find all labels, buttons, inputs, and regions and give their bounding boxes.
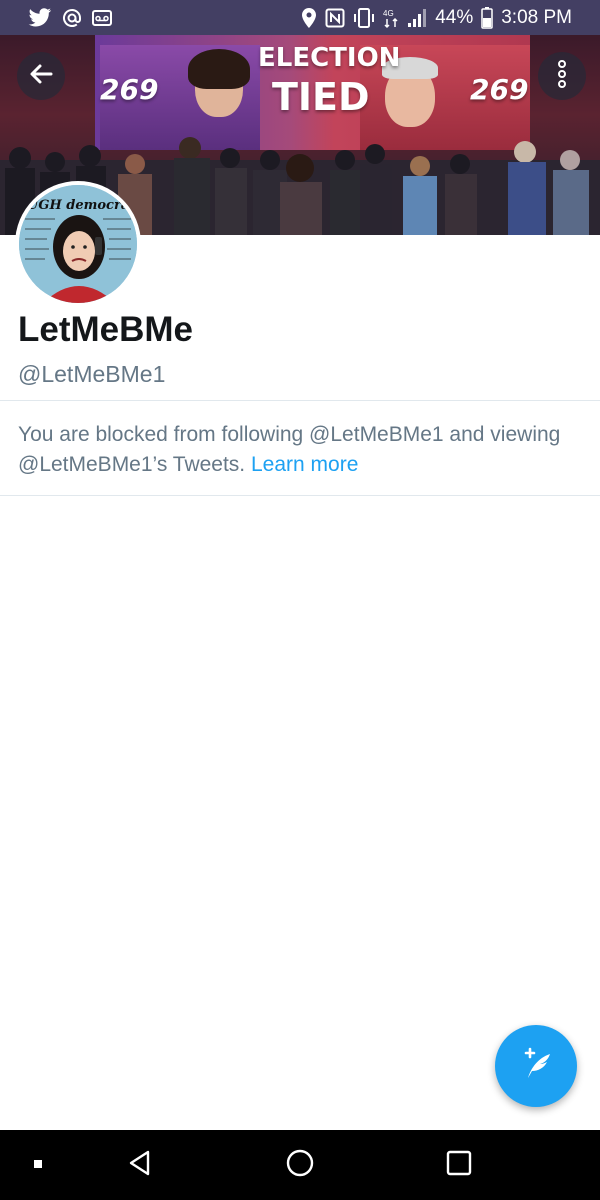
location-icon bbox=[301, 7, 317, 29]
banner-score-left: 269 bbox=[100, 73, 159, 106]
learn-more-link[interactable]: Learn more bbox=[251, 453, 358, 476]
divider-bottom bbox=[0, 495, 600, 496]
compose-tweet-button[interactable] bbox=[495, 1025, 577, 1107]
banner-hair-left bbox=[188, 49, 250, 89]
avatar[interactable]: UGH democracy bbox=[15, 181, 141, 307]
nav-overview-button[interactable] bbox=[439, 1145, 479, 1185]
arrow-left-icon bbox=[28, 61, 54, 92]
vibrate-icon bbox=[353, 7, 375, 28]
avatar-image: UGH democracy bbox=[19, 185, 137, 303]
system-nav-bar bbox=[0, 1130, 600, 1200]
signal-icon bbox=[407, 8, 427, 28]
overflow-menu-button[interactable] bbox=[538, 52, 586, 100]
status-right-icons: 4G 44% 3:08 PM bbox=[301, 6, 572, 29]
status-left-icons bbox=[28, 7, 112, 28]
battery-icon bbox=[481, 6, 493, 29]
battery-percent: 44% bbox=[435, 6, 474, 28]
display-name: LetMeBMe bbox=[18, 310, 194, 349]
overview-square-icon bbox=[445, 1149, 473, 1182]
clock: 3:08 PM bbox=[501, 6, 572, 28]
avatar-art-text: UGH democracy bbox=[27, 198, 137, 213]
nav-home-button[interactable] bbox=[280, 1145, 320, 1185]
profile-screen: 4G 44% 3:08 PM 269 ELECTION TIED 269 UGH… bbox=[0, 0, 600, 1200]
back-triangle-icon bbox=[126, 1149, 154, 1182]
banner-score-right: 269 bbox=[470, 73, 529, 106]
avatar-art: UGH democracy bbox=[19, 185, 137, 303]
banner-headline-bottom: TIED bbox=[272, 75, 370, 119]
nav-back-button[interactable] bbox=[120, 1145, 160, 1185]
data-transfer-icon: 4G bbox=[383, 7, 399, 29]
divider-top bbox=[0, 400, 600, 401]
status-bar: 4G 44% 3:08 PM bbox=[0, 0, 600, 35]
svg-text:4G: 4G bbox=[383, 9, 394, 18]
recents-dot-icon bbox=[33, 1156, 43, 1174]
twitter-icon bbox=[28, 7, 52, 28]
voicemail-icon bbox=[92, 9, 112, 26]
more-vertical-icon bbox=[556, 59, 568, 93]
recents-dot-button[interactable] bbox=[18, 1145, 58, 1185]
home-circle-icon bbox=[285, 1148, 315, 1183]
at-sign-icon bbox=[62, 8, 82, 28]
banner-headline-top: ELECTION bbox=[258, 43, 401, 73]
compose-tweet-icon bbox=[516, 1044, 556, 1089]
user-handle: @LetMeBMe1 bbox=[18, 361, 166, 387]
back-button[interactable] bbox=[17, 52, 65, 100]
blocked-notice: You are blocked from following @LetMeBMe… bbox=[18, 420, 578, 480]
nfc-icon bbox=[325, 8, 345, 28]
